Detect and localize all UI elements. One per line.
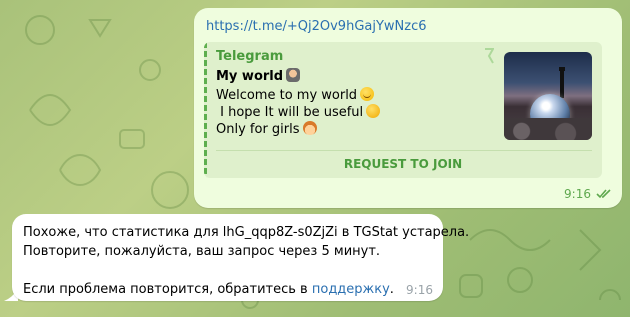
link-preview-card[interactable]: Telegram My world Welcome to my world I … <box>204 42 602 178</box>
incoming-message-text: Похоже, что статистика для lhG_qqp8Z-s0Z… <box>23 223 469 299</box>
incoming-blank-line <box>23 261 469 280</box>
incoming-line-3: Если проблема повторится, обратитесь в п… <box>23 280 469 299</box>
technologist-emoji-icon <box>286 68 301 82</box>
outgoing-message-meta: 9:16 <box>564 187 612 201</box>
support-link[interactable]: поддержку <box>312 282 390 297</box>
telegram-watermark-icon <box>485 48 494 64</box>
incoming-message-time: 9:16 <box>406 283 433 297</box>
preview-line-3: Only for girls <box>216 122 300 137</box>
incoming-message-bubble[interactable]: Похоже, что статистика для lhG_qqp8Z-s0Z… <box>12 214 469 301</box>
smiling-face-emoji-icon <box>360 87 375 101</box>
invite-link[interactable]: https://t.me/+Qj2Ov9hGajYwNzc6 <box>206 19 427 34</box>
preview-site-name: Telegram <box>216 49 284 64</box>
request-to-join-button[interactable]: REQUEST TO JOIN <box>204 151 602 178</box>
preview-description: Welcome to my world I hope It will be us… <box>216 87 381 138</box>
rocks-shape <box>504 118 592 140</box>
incoming-line-1: Похоже, что статистика для lhG_qqp8Z-s0Z… <box>23 225 470 240</box>
incoming-line-3-prefix: Если проблема повторится, обратитесь в <box>23 282 312 297</box>
preview-title-text: My world <box>216 69 284 84</box>
preview-thumbnail-image <box>504 52 592 140</box>
preview-line-1: Welcome to my world <box>216 88 358 103</box>
hand-over-mouth-emoji-icon <box>366 104 381 118</box>
double-check-icon <box>596 189 611 199</box>
incoming-line-3-suffix: . <box>389 282 394 297</box>
incoming-line-2: Повторите, пожалуйста, ваш запрос через … <box>23 244 381 259</box>
outgoing-message-time: 9:16 <box>564 187 591 201</box>
lighthouse-shape <box>559 67 565 98</box>
girl-emoji-icon <box>302 121 317 135</box>
outgoing-message-bubble[interactable]: https://t.me/+Qj2Ov9hGajYwNzc6 Telegram … <box>194 8 622 208</box>
preview-title: My world <box>216 68 301 84</box>
preview-line-2: I hope It will be useful <box>216 105 364 120</box>
